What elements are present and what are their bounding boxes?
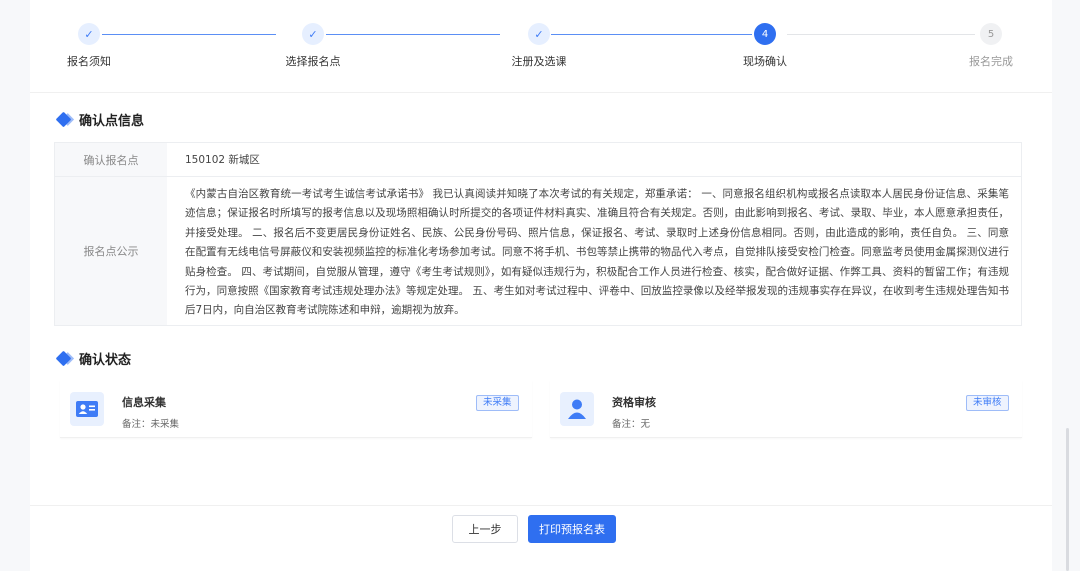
status-card-qualification: 资格审核 备注：无 未审核 [550,380,1022,438]
notice-text: 《内蒙古自治区教育统一考试考生诚信考试承诺书》 我已认真阅读并知晓了本次考试的有… [185,188,1009,317]
step-3: ✓ 注册及选课 [494,20,584,69]
step-label: 选择报名点 [285,55,341,68]
scrollbar[interactable] [1066,428,1069,571]
user-icon [560,392,594,426]
step-2: ✓ 选择报名点 [268,20,358,69]
id-card-icon [70,392,104,426]
card-note: 备注：未采集 [122,419,180,430]
step-label: 报名完成 [969,55,1013,68]
print-form-button[interactable]: 打印预报名表 [528,515,616,543]
table-row: 确认报名点 150102 新城区 [55,143,1021,177]
step-number: 4 [754,23,776,45]
step-label: 现场确认 [743,55,787,68]
status-badge: 未采集 [476,395,519,411]
footer-divider [30,505,1052,506]
status-card-info-collect: 信息采集 备注：未采集 未采集 [60,380,532,438]
site-value: 150102 新城区 [185,154,260,166]
diamond-icon [55,350,72,367]
section-title-text: 确认点信息 [79,114,145,129]
table-row: 报名点公示 《内蒙古自治区教育统一考试考生诚信考试承诺书》 我已认真阅读并知晓了… [55,177,1021,325]
card-title: 资格审核 [612,396,656,409]
prev-step-button[interactable]: 上一步 [452,515,518,543]
check-icon: ✓ [78,23,100,45]
status-badge: 未审核 [966,395,1009,411]
step-4: 4 现场确认 [720,20,810,69]
page-container: ✓ 报名须知 ✓ 选择报名点 ✓ 注册及选课 4 现场确认 5 报名完成 确认点… [30,0,1052,571]
site-label: 确认报名点 [55,143,167,176]
step-number: 5 [980,23,1002,45]
step-label: 报名须知 [67,55,111,68]
step-label: 注册及选课 [511,55,567,68]
step-1: ✓ 报名须知 [44,20,134,69]
step-5: 5 报名完成 [946,20,1036,69]
section-title-confirm-info: 确认点信息 [55,110,145,129]
card-note: 备注：无 [612,419,651,430]
divider [30,92,1052,93]
notice-label: 报名点公示 [55,177,167,325]
card-title: 信息采集 [122,396,166,409]
step-progress: ✓ 报名须知 ✓ 选择报名点 ✓ 注册及选课 4 现场确认 5 报名完成 [30,20,1052,80]
confirm-info-table: 确认报名点 150102 新城区 报名点公示 《内蒙古自治区教育统一考试考生诚信… [54,142,1022,326]
check-icon: ✓ [302,23,324,45]
check-icon: ✓ [528,23,550,45]
section-title-text: 确认状态 [79,353,132,368]
diamond-icon [55,111,72,128]
section-title-confirm-status: 确认状态 [55,349,132,368]
